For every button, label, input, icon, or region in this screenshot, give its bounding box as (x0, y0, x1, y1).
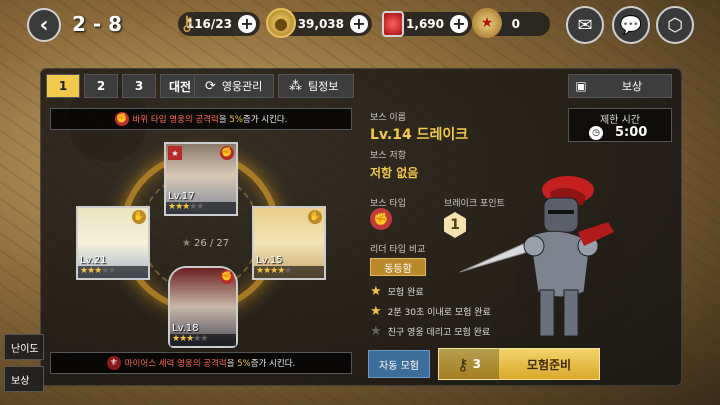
stage-label: 2 - 8 (72, 12, 123, 36)
buff-stat: 공격력 (195, 115, 219, 125)
boss-resist-label: 보스 저항 (370, 151, 406, 161)
hero-management-button[interactable]: ⟳ 영웅관리 (194, 74, 274, 98)
hand-type-icon: ✋ (308, 210, 322, 224)
mail-icon: ✉ (577, 14, 593, 36)
time-limit-box: 제한 시간 ◷ 5:00 (568, 108, 672, 142)
hero-level: Lv.21 (80, 255, 107, 266)
ready-cost: ⚷ 3 (439, 349, 499, 379)
hero-stars: ★★★★★ (254, 266, 324, 278)
hero-slot-right[interactable]: ✋ Lv.15 ★★★★★ (252, 206, 326, 280)
chat-bubble-icon: 💬 (619, 14, 643, 36)
key-icon: ⚷ (456, 354, 469, 374)
formation-area: ✊ 바위 타입 영웅의 공격력을 5%증가 시킨다. ★ 26 / 27 ★ ✊ … (44, 104, 356, 382)
fist-type-icon: ✊ (370, 208, 392, 230)
medal-counter: ★ 0 (472, 8, 550, 38)
star-filled-icon: ★ (370, 284, 382, 299)
ruby-gem-icon (382, 11, 404, 37)
hero-slot-bottom[interactable]: ✊ Lv.18 ★★★★★ (168, 266, 238, 348)
ready-cost-value: 3 (472, 357, 482, 371)
add-keys-button[interactable]: + (238, 15, 256, 33)
mail-button[interactable]: ✉ (566, 6, 604, 44)
slot-count: ★ 26 / 27 (182, 238, 230, 249)
buff-mid: 을 (226, 359, 238, 369)
key-counter: ⚷ 116/23 + (178, 11, 260, 36)
leader-buff-bar: ✊ 바위 타입 영웅의 공격력을 5%증가 시킨다. (50, 108, 352, 130)
buff-pct: 5% (237, 359, 251, 369)
hero-slot-left[interactable]: ✋ Lv.21 ★★★★★ (76, 206, 150, 280)
reward-button[interactable]: ▣ 보상 (568, 74, 672, 98)
medal-value: 0 (511, 17, 520, 31)
time-limit-label: 제한 시간 (600, 115, 640, 126)
boss-resist: 저항 없음 (370, 166, 419, 180)
faction-emblem-icon: ⚜ (106, 356, 121, 370)
hero-stars: ★★★★★ (166, 202, 236, 214)
team-tabs: 1 2 3 대전 (46, 74, 201, 98)
fist-type-icon: ✊ (220, 270, 234, 284)
buff-pct: 5% (229, 115, 243, 125)
boss-type-label: 보스 타입 (370, 199, 406, 209)
mission-item: ★ 모험 완료 (370, 284, 424, 299)
buff-mid: 을 (218, 115, 230, 125)
slot-count-value: 26 / 27 (193, 238, 230, 249)
add-gems-button[interactable]: + (450, 15, 468, 33)
key-icon: ⚷ (179, 11, 195, 35)
buff-stat: 공격력 (203, 359, 227, 369)
gold-value: 39,038 (297, 17, 344, 31)
mission-text: 모험 완료 (387, 288, 424, 298)
team-info-label: 팀정보 (308, 80, 339, 93)
hero-level: Lv.18 (172, 323, 199, 334)
star-filled-icon: ★ (370, 304, 382, 319)
buff-post: 증가 시킨다. (242, 115, 288, 125)
adventure-ready-button[interactable]: ⚷ 3 모험준비 (438, 348, 600, 380)
auto-adventure-button[interactable]: 자동 모험 (368, 350, 430, 378)
buff-post: 증가 시킨다. (250, 359, 296, 369)
fist-icon: ✊ (114, 112, 129, 126)
dice-button[interactable]: ⬡ (656, 6, 694, 44)
gem-value: 1,690 (406, 17, 444, 31)
team-info-button[interactable]: ⁂ 팀정보 (278, 74, 354, 98)
buff-pre: 마이어스 세력 영웅의 (124, 359, 204, 369)
difficulty-tab[interactable]: 난이도 (4, 334, 44, 360)
leader-badge-icon: ★ (168, 146, 182, 160)
chest-icon: ▣ (575, 79, 587, 93)
hand-type-icon: ✋ (132, 210, 146, 224)
buff-pre: 바위 타입 영웅의 (132, 115, 196, 125)
hero-level: Lv.17 (168, 191, 195, 202)
hero-level: Lv.15 (256, 255, 283, 266)
hero-slot-top[interactable]: ★ ✊ Lv.17 ★★★★★ (164, 142, 238, 216)
refresh-icon: ⟳ (205, 78, 216, 94)
chevron-left-icon: ‹ (39, 12, 49, 38)
hero-management-label: 영웅관리 (221, 80, 263, 93)
tab-team-3[interactable]: 3 (122, 74, 156, 98)
gold-counter: ● 39,038 + (266, 8, 372, 38)
leader-compare-badge: 동등함 (370, 258, 426, 276)
tab-team-2[interactable]: 2 (84, 74, 118, 98)
tab-team-1[interactable]: 1 (46, 74, 80, 98)
star-empty-icon: ★ (370, 324, 382, 339)
hero-stars: ★★★★★ (170, 334, 236, 346)
ready-label: 모험준비 (526, 357, 572, 372)
clock-icon: ◷ (589, 125, 603, 140)
d20-dice-icon: ⬡ (667, 14, 683, 36)
gold-coin-icon: ● (266, 8, 296, 38)
hero-stars: ★★★★★ (78, 266, 148, 278)
boss-name-label: 보스 이름 (370, 113, 406, 123)
leader-compare-label: 리더 타입 비교 (370, 245, 426, 255)
team-nodes-icon: ⁂ (289, 78, 302, 94)
add-gold-button[interactable]: + (350, 15, 368, 33)
faction-buff-bar: ⚜ 마이어스 세력 영웅의 공격력을 5%증가 시킨다. (50, 352, 352, 374)
chat-button[interactable]: 💬 (612, 6, 650, 44)
boss-knight-art (460, 176, 614, 337)
time-limit-value: 5:00 (615, 125, 648, 140)
gem-counter: 1,690 + (382, 11, 472, 37)
reward-side-tab[interactable]: 보상 (4, 366, 44, 392)
reward-label: 보상 (621, 80, 643, 93)
medal-icon: ★ (472, 8, 502, 38)
back-button[interactable]: ‹ (27, 8, 61, 42)
boss-name: Lv.14 드레이크 (370, 127, 469, 143)
fist-type-icon: ✊ (220, 146, 234, 160)
